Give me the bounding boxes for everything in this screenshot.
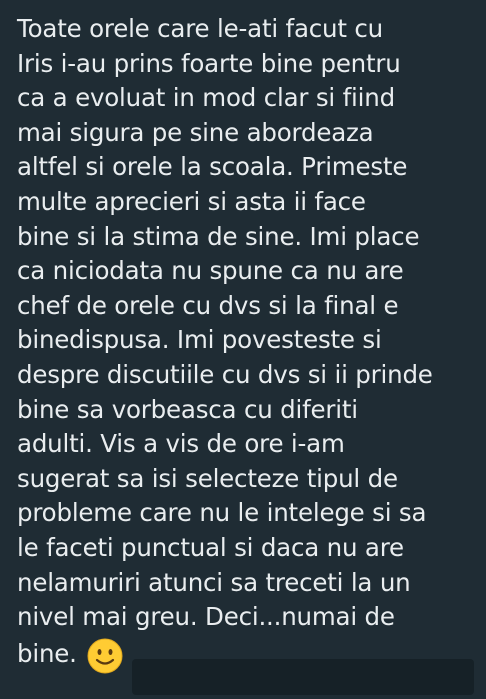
message-line: ca a evoluat in mod clar si fiind xyxy=(17,83,395,113)
message-line: binedispusa. Imi povesteste si xyxy=(17,325,382,355)
message-line: ca niciodata nu spune ca nu are xyxy=(17,256,404,286)
message-line: sugerat sa isi selecteze tipul de xyxy=(17,463,398,493)
redacted-region xyxy=(132,659,474,695)
message-line: Toate orele care le-ati facut cu xyxy=(17,14,383,43)
message-line: bine sa vorbeasca cu diferiti xyxy=(17,394,358,424)
message-line: Iris i-au prins foarte bine pentru xyxy=(17,48,401,78)
slightly-smiling-face-icon xyxy=(87,638,123,674)
message-line: multe aprecieri si asta ii face xyxy=(17,186,366,216)
message-line: nelamuriri atunci sa treceti la un xyxy=(17,567,411,597)
message-line: mai sigura pe sine abordeaza xyxy=(17,117,374,147)
message-line: adulti. Vis a vis de ore i-am xyxy=(17,429,345,459)
message-line: chef de orele cu dvs si la final e xyxy=(17,290,399,320)
message-line: nivel mai greu. Deci...numai de xyxy=(17,602,395,632)
message-line: despre discutiile cu dvs si ii prinde xyxy=(17,359,433,389)
message-line: probleme care nu le intelege si sa xyxy=(17,498,427,528)
message-bubble[interactable]: Toate orele care le-ati facut cu Iris i-… xyxy=(0,0,486,699)
message-line: altfel si orele la scoala. Primeste xyxy=(17,152,408,182)
message-line: bine si la stima de sine. Imi place xyxy=(17,221,420,251)
message-line: le faceti punctual si daca nu are xyxy=(17,532,404,562)
message-line: bine. xyxy=(17,639,77,669)
